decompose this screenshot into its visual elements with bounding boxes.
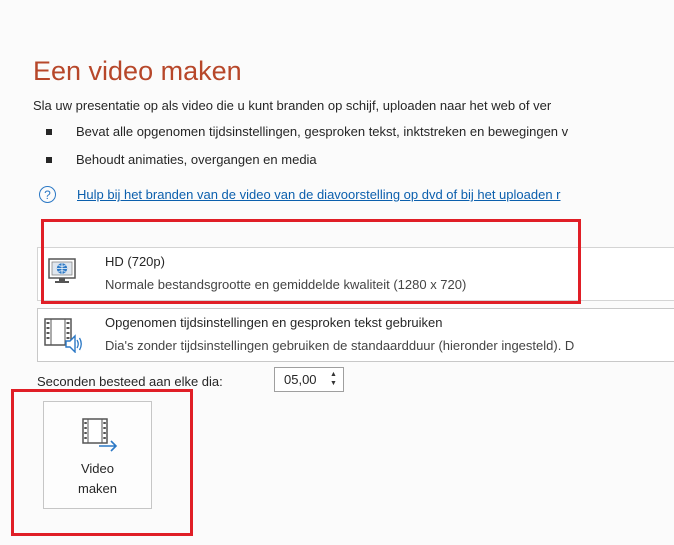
spin-up-icon[interactable]: ▲ [329,371,338,379]
bullet-square-icon [46,129,52,135]
bullet-text: Bevat alle opgenomen tijdsinstellingen, … [76,124,569,139]
page-title: Een video maken [33,56,242,86]
highlight-box-create-button [11,389,193,536]
timing-subtitle: Dia's zonder tijdsinstellingen gebruiken… [105,338,575,353]
timing-title: Opgenomen tijdsinstellingen en gesproken… [105,315,443,330]
create-video-panel: Een video maken Sla uw presentatie op al… [0,0,674,545]
bullet-square-icon [46,157,52,163]
film-sound-icon [44,318,82,353]
timing-dropdown[interactable]: Opgenomen tijdsinstellingen en gesproken… [37,308,674,362]
seconds-label: Seconden besteed aan elke dia: [37,374,223,389]
bullet-text: Behoudt animaties, overgangen en media [76,152,317,167]
page-description: Sla uw presentatie op als video die u ku… [33,98,552,113]
seconds-spinner[interactable]: 05,00 ▲ ▼ [274,367,344,392]
help-link[interactable]: Hulp bij het branden van de video van de… [77,187,561,202]
highlight-box-quality [41,219,581,304]
seconds-value[interactable]: 05,00 [284,372,317,387]
help-question-icon[interactable]: ? [39,186,56,203]
spin-down-icon[interactable]: ▼ [329,380,338,388]
